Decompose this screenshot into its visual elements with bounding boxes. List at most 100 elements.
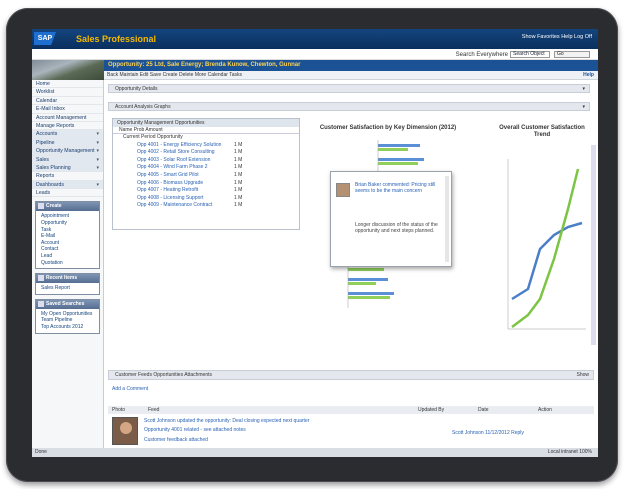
create-link[interactable]: Contact [41,246,94,253]
sidebar-item-home[interactable]: Home [32,80,103,89]
saved-search-link[interactable]: Team Pipeline [41,317,94,324]
list-item[interactable]: Opp 4005 - Smart Grid Pilot 1 M [113,172,299,180]
comment-popup[interactable]: Brian Baker commented: Pricing still see… [330,171,452,267]
search-go-button[interactable]: Go [554,51,590,58]
series-line [511,221,583,301]
sidebar-item-sales[interactable]: Sales ▾ [32,155,103,164]
chevron-down-icon: ▾ [96,156,99,163]
header-landscape-image [32,60,104,80]
feed-row[interactable]: Opportunity 4001 related - see attached … [144,427,246,433]
status-bar: Done Local intranet 100% [32,448,598,457]
create-link[interactable]: Quotation [41,260,94,267]
search-input[interactable]: Search Object [510,51,550,58]
details-panel-header[interactable]: Opportunity Details ▾ [108,84,590,93]
create-link[interactable]: Lead [41,253,94,260]
opportunity-title: Opportunity: 25 Ltd, Sale Energy; Brenda… [104,60,598,71]
bar [348,282,376,285]
popup-body: Longer discussion of the status of the o… [355,222,438,234]
sidebar-item-sales-planning[interactable]: Sales Planning ▾ [32,163,103,173]
sidebar-item-account-mgmt[interactable]: Account Management [32,114,103,122]
opportunity-toolbar[interactable]: Back Maintain Edit Save Create Delete Mo… [104,71,598,80]
list-item[interactable]: Opp 4001 - Energy Efficiency Solution 1 M [113,142,299,150]
list-item[interactable]: Opp 4003 - Solar Roof Extension 1 M [113,157,299,165]
column-header: Updated By [418,407,445,413]
bar [348,296,390,299]
create-link[interactable]: Appointment [41,213,94,220]
search-label: Search Everywhere [455,52,508,58]
bar [348,278,388,281]
recent-items-header: Recent Items [36,274,99,284]
bar-group-2 [347,260,394,308]
popup-scrollbar[interactable] [445,176,449,262]
sidebar-item-opportunities[interactable]: Opportunity Management ▾ [32,147,103,156]
header-bar: SAP Sales Professional Show Favorites He… [32,29,598,49]
sidebar-item-leads[interactable]: Leads [32,189,103,198]
create-box: Create Appointment Opportunity Task E-Ma… [35,201,100,270]
feeds-panel-header[interactable]: Customer Feeds Opportunities Attachments… [108,370,594,380]
list-column-headers: Name Prob Amount [113,127,299,134]
app-title: Sales Professional [76,34,157,44]
sidebar-item-worklist[interactable]: Worklist [32,88,103,97]
popup-title[interactable]: Brian Baker commented: Pricing still see… [355,182,441,194]
sidebar-item-accounts[interactable]: Accounts ▾ [32,130,103,139]
satisfaction-trend-chart: Overall Customer Satisfaction Trend [494,125,590,343]
chart-title: Overall Customer Satisfaction Trend [499,125,585,138]
sidebar-item-pipeline[interactable]: Pipeline ▾ [32,138,103,148]
feed-row[interactable]: Scott Johnson updated the opportunity: D… [144,418,309,424]
sidebar-item-reports[interactable]: Manage Reports [32,122,103,131]
bar [348,268,384,271]
feeds-show-toggle[interactable]: Show [576,371,589,380]
toolbar-help[interactable]: Help [583,71,594,80]
create-box-list: Appointment Opportunity Task E-Mail Acco… [36,211,99,268]
sap-logo: SAP [34,32,56,45]
list-item[interactable]: Opp 4007 - Heating Retrofit 1 M [113,187,299,195]
chevron-down-icon: ▾ [96,181,99,188]
line-chart-svg [507,159,586,330]
recent-link[interactable]: Sales Report [41,285,94,292]
list-group-row[interactable]: Current Period Opportunity [113,134,299,142]
feeds-table-header: Photo Feed Updated By Date Action [108,406,594,414]
chevron-down-icon[interactable]: ▾ [582,85,585,93]
create-link[interactable]: Opportunity [41,220,94,227]
sidebar-item-inbox[interactable]: E-Mail Inbox [32,105,103,114]
saved-search-link[interactable]: My Open Opportunities [41,311,94,318]
create-icon [38,203,44,210]
list-item[interactable]: Opp 4002 - Retail Store Consulting 1 M [113,149,299,157]
list-item[interactable]: Opp 4008 - Licensing Support 1 M [113,195,299,203]
column-header: Feed [148,407,160,413]
chevron-down-icon[interactable]: ▾ [582,103,585,111]
bar [378,162,418,165]
avatar [112,417,138,445]
sidebar-item-reports-2[interactable]: Reports [32,172,103,181]
chevron-down-icon: ▾ [96,164,99,171]
chevron-down-icon: ▾ [96,148,99,155]
chevron-down-icon: ▾ [96,139,99,146]
analysis-panel-header[interactable]: Account Analysis Graphs ▾ [108,102,590,111]
create-link[interactable]: Account [41,240,94,247]
saved-searches-box: Saved Searches My Open Opportunities Tea… [35,298,100,334]
saved-search-link[interactable]: Top Accounts 2012 [41,324,94,331]
list-item[interactable]: Opp 4006 - Biomass Upgrade 1 M [113,180,299,188]
column-header: Action [538,407,552,413]
feed-row[interactable]: Customer feedback attached [144,437,208,443]
create-box-header: Create [36,202,99,212]
create-link[interactable]: Task [41,227,94,234]
toolbar-actions[interactable]: Back Maintain Edit Save Create Delete Mo… [107,72,242,78]
list-item[interactable]: Opp 4004 - Wind Farm Phase 21 M [113,164,299,172]
add-comment-link[interactable]: Add a Comment [112,386,148,392]
feed-row-meta[interactable]: Scott Johnson 11/12/2012 Reply [452,430,524,436]
recent-items-box: Recent Items Sales Report [35,273,100,295]
app-screen: SAP Sales Professional Show Favorites He… [32,29,598,457]
chevron-down-icon: ▾ [96,131,99,138]
main-scrollbar[interactable] [591,145,596,345]
bar [348,292,394,295]
sidebar-item-calendar[interactable]: Calendar [32,97,103,106]
sidebar-item-dashboards[interactable]: Dashboards ▾ [32,180,103,190]
header-links[interactable]: Show Favorites Help Log Off [522,34,592,40]
series-line [511,168,580,328]
list-item[interactable]: Opp 4009 - Maintenance Contract 1 M [113,202,299,210]
bar [378,158,424,161]
column-header: Date [478,407,489,413]
create-link[interactable]: E-Mail [41,233,94,240]
opportunity-list: Opportunity Management Opportunities Nam… [112,118,300,230]
